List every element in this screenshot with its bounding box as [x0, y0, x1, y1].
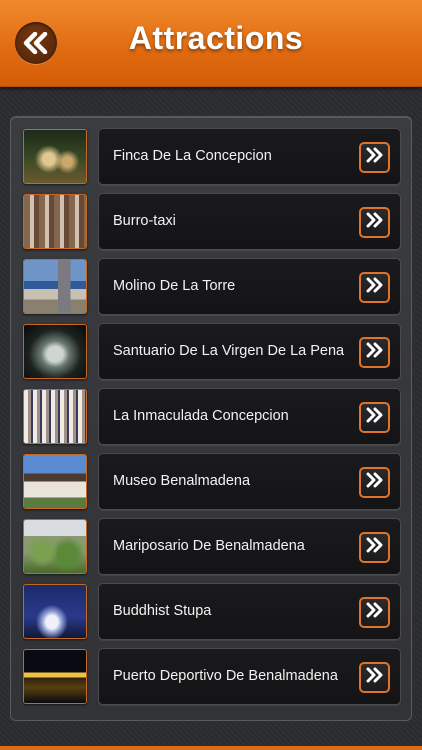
- app-header: Attractions: [0, 0, 422, 87]
- item-label: Finca De La Concepcion: [113, 148, 272, 164]
- open-button[interactable]: [359, 402, 390, 433]
- double-chevron-right-icon: [366, 407, 384, 428]
- open-button[interactable]: [359, 272, 390, 303]
- open-button[interactable]: [359, 597, 390, 628]
- thumbnail-image: [23, 129, 87, 184]
- thumbnail-image: [23, 324, 87, 379]
- page-title: Attractions: [128, 20, 304, 56]
- double-chevron-right-icon: [366, 537, 384, 558]
- item-label: La Inmaculada Concepcion: [113, 408, 289, 424]
- list-item[interactable]: Santuario De La Virgen De La Pena: [23, 323, 401, 380]
- double-chevron-right-icon: [366, 472, 384, 493]
- open-button[interactable]: [359, 207, 390, 238]
- list-item[interactable]: Finca De La Concepcion: [23, 128, 401, 185]
- thumbnail-image: [23, 584, 87, 639]
- open-button[interactable]: [359, 532, 390, 563]
- thumbnail-image: [23, 519, 87, 574]
- list-item[interactable]: Burro-taxi: [23, 193, 401, 250]
- double-chevron-right-icon: [366, 602, 384, 623]
- thumbnail-image: [23, 389, 87, 444]
- list-item[interactable]: Museo Benalmadena: [23, 453, 401, 510]
- item-label: Mariposario De Benalmadena: [113, 538, 305, 554]
- open-button[interactable]: [359, 662, 390, 693]
- item-label: Museo Benalmadena: [113, 473, 251, 489]
- list-item[interactable]: Molino De La Torre: [23, 258, 401, 315]
- item-label: Molino De La Torre: [113, 278, 236, 294]
- double-chevron-right-icon: [366, 147, 384, 168]
- open-button[interactable]: [359, 142, 390, 173]
- list-item[interactable]: Puerto Deportivo De Benalmadena: [23, 648, 401, 705]
- thumbnail-image: [23, 454, 87, 509]
- list-item[interactable]: Mariposario De Benalmadena: [23, 518, 401, 575]
- item-label: Buddhist Stupa: [113, 603, 212, 619]
- item-label: Puerto Deportivo De Benalmadena: [113, 668, 338, 684]
- double-chevron-right-icon: [366, 342, 384, 363]
- bottom-bar: [0, 746, 422, 750]
- double-chevron-right-icon: [366, 277, 384, 298]
- open-button[interactable]: [359, 467, 390, 498]
- thumbnail-image: [23, 259, 87, 314]
- double-chevron-right-icon: [366, 667, 384, 688]
- open-button[interactable]: [359, 337, 390, 368]
- item-label: Burro-taxi: [113, 213, 176, 229]
- thumbnail-image: [23, 194, 87, 249]
- thumbnail-image: [23, 649, 87, 704]
- double-chevron-right-icon: [366, 212, 384, 233]
- list-item[interactable]: La Inmaculada Concepcion: [23, 388, 401, 445]
- attractions-list: Finca De La Concepcion Burro-taxi Molino…: [10, 116, 412, 721]
- list-item[interactable]: Buddhist Stupa: [23, 583, 401, 640]
- item-label: Santuario De La Virgen De La Pena: [113, 343, 345, 359]
